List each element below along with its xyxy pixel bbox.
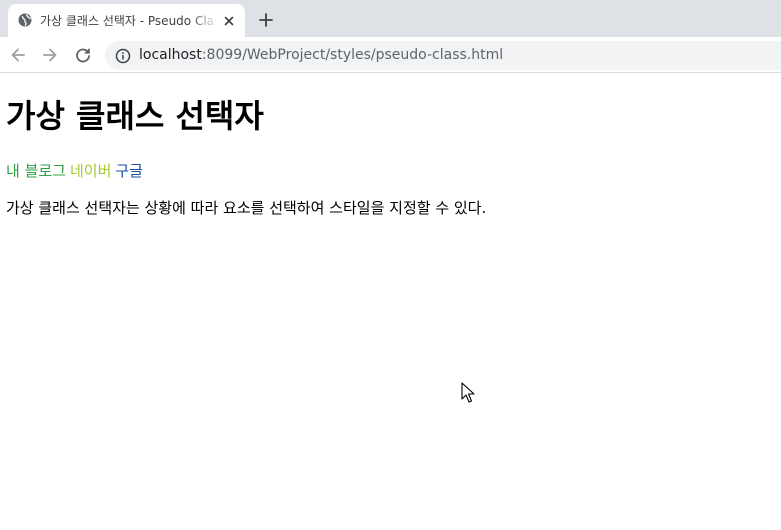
back-arrow-icon[interactable] (8, 45, 28, 65)
link-google[interactable]: 구글 (115, 162, 143, 180)
link-my-blog[interactable]: 내 블로그 (6, 162, 66, 180)
tab-title: 가상 클래스 선택자 - Pseudo Class (40, 14, 218, 28)
close-icon[interactable] (221, 13, 237, 29)
plus-icon[interactable] (256, 10, 276, 30)
info-icon[interactable] (115, 48, 131, 64)
address-bar[interactable]: localhost:8099/WebProject/styles/pseudo-… (105, 41, 781, 70)
globe-icon (18, 13, 32, 27)
forward-arrow-icon[interactable] (40, 45, 60, 65)
reload-icon[interactable] (73, 45, 93, 65)
url-path: :8099/WebProject/styles/pseudo-class.htm… (201, 47, 504, 63)
description-paragraph: 가상 클래스 선택자는 상황에 따라 요소를 선택하여 스타일을 지정할 수 있… (6, 199, 487, 217)
url-text: localhost:8099/WebProject/styles/pseudo-… (139, 46, 503, 65)
active-tab[interactable]: 가상 클래스 선택자 - Pseudo Class (8, 4, 245, 37)
link-naver[interactable]: 네이버 (70, 162, 111, 180)
page-content: 가상 클래스 선택자 내 블로그 네이버 구글 가상 클래스 선택자는 상황에 따라… (0, 74, 781, 530)
browser-toolbar: localhost:8099/WebProject/styles/pseudo-… (0, 37, 781, 73)
url-host: localhost (139, 47, 202, 63)
link-list: 내 블로그 네이버 구글 (6, 160, 147, 182)
tab-strip: 가상 클래스 선택자 - Pseudo Class (0, 0, 781, 37)
mouse-pointer-icon (461, 382, 475, 403)
page-title: 가상 클래스 선택자 (6, 97, 264, 135)
